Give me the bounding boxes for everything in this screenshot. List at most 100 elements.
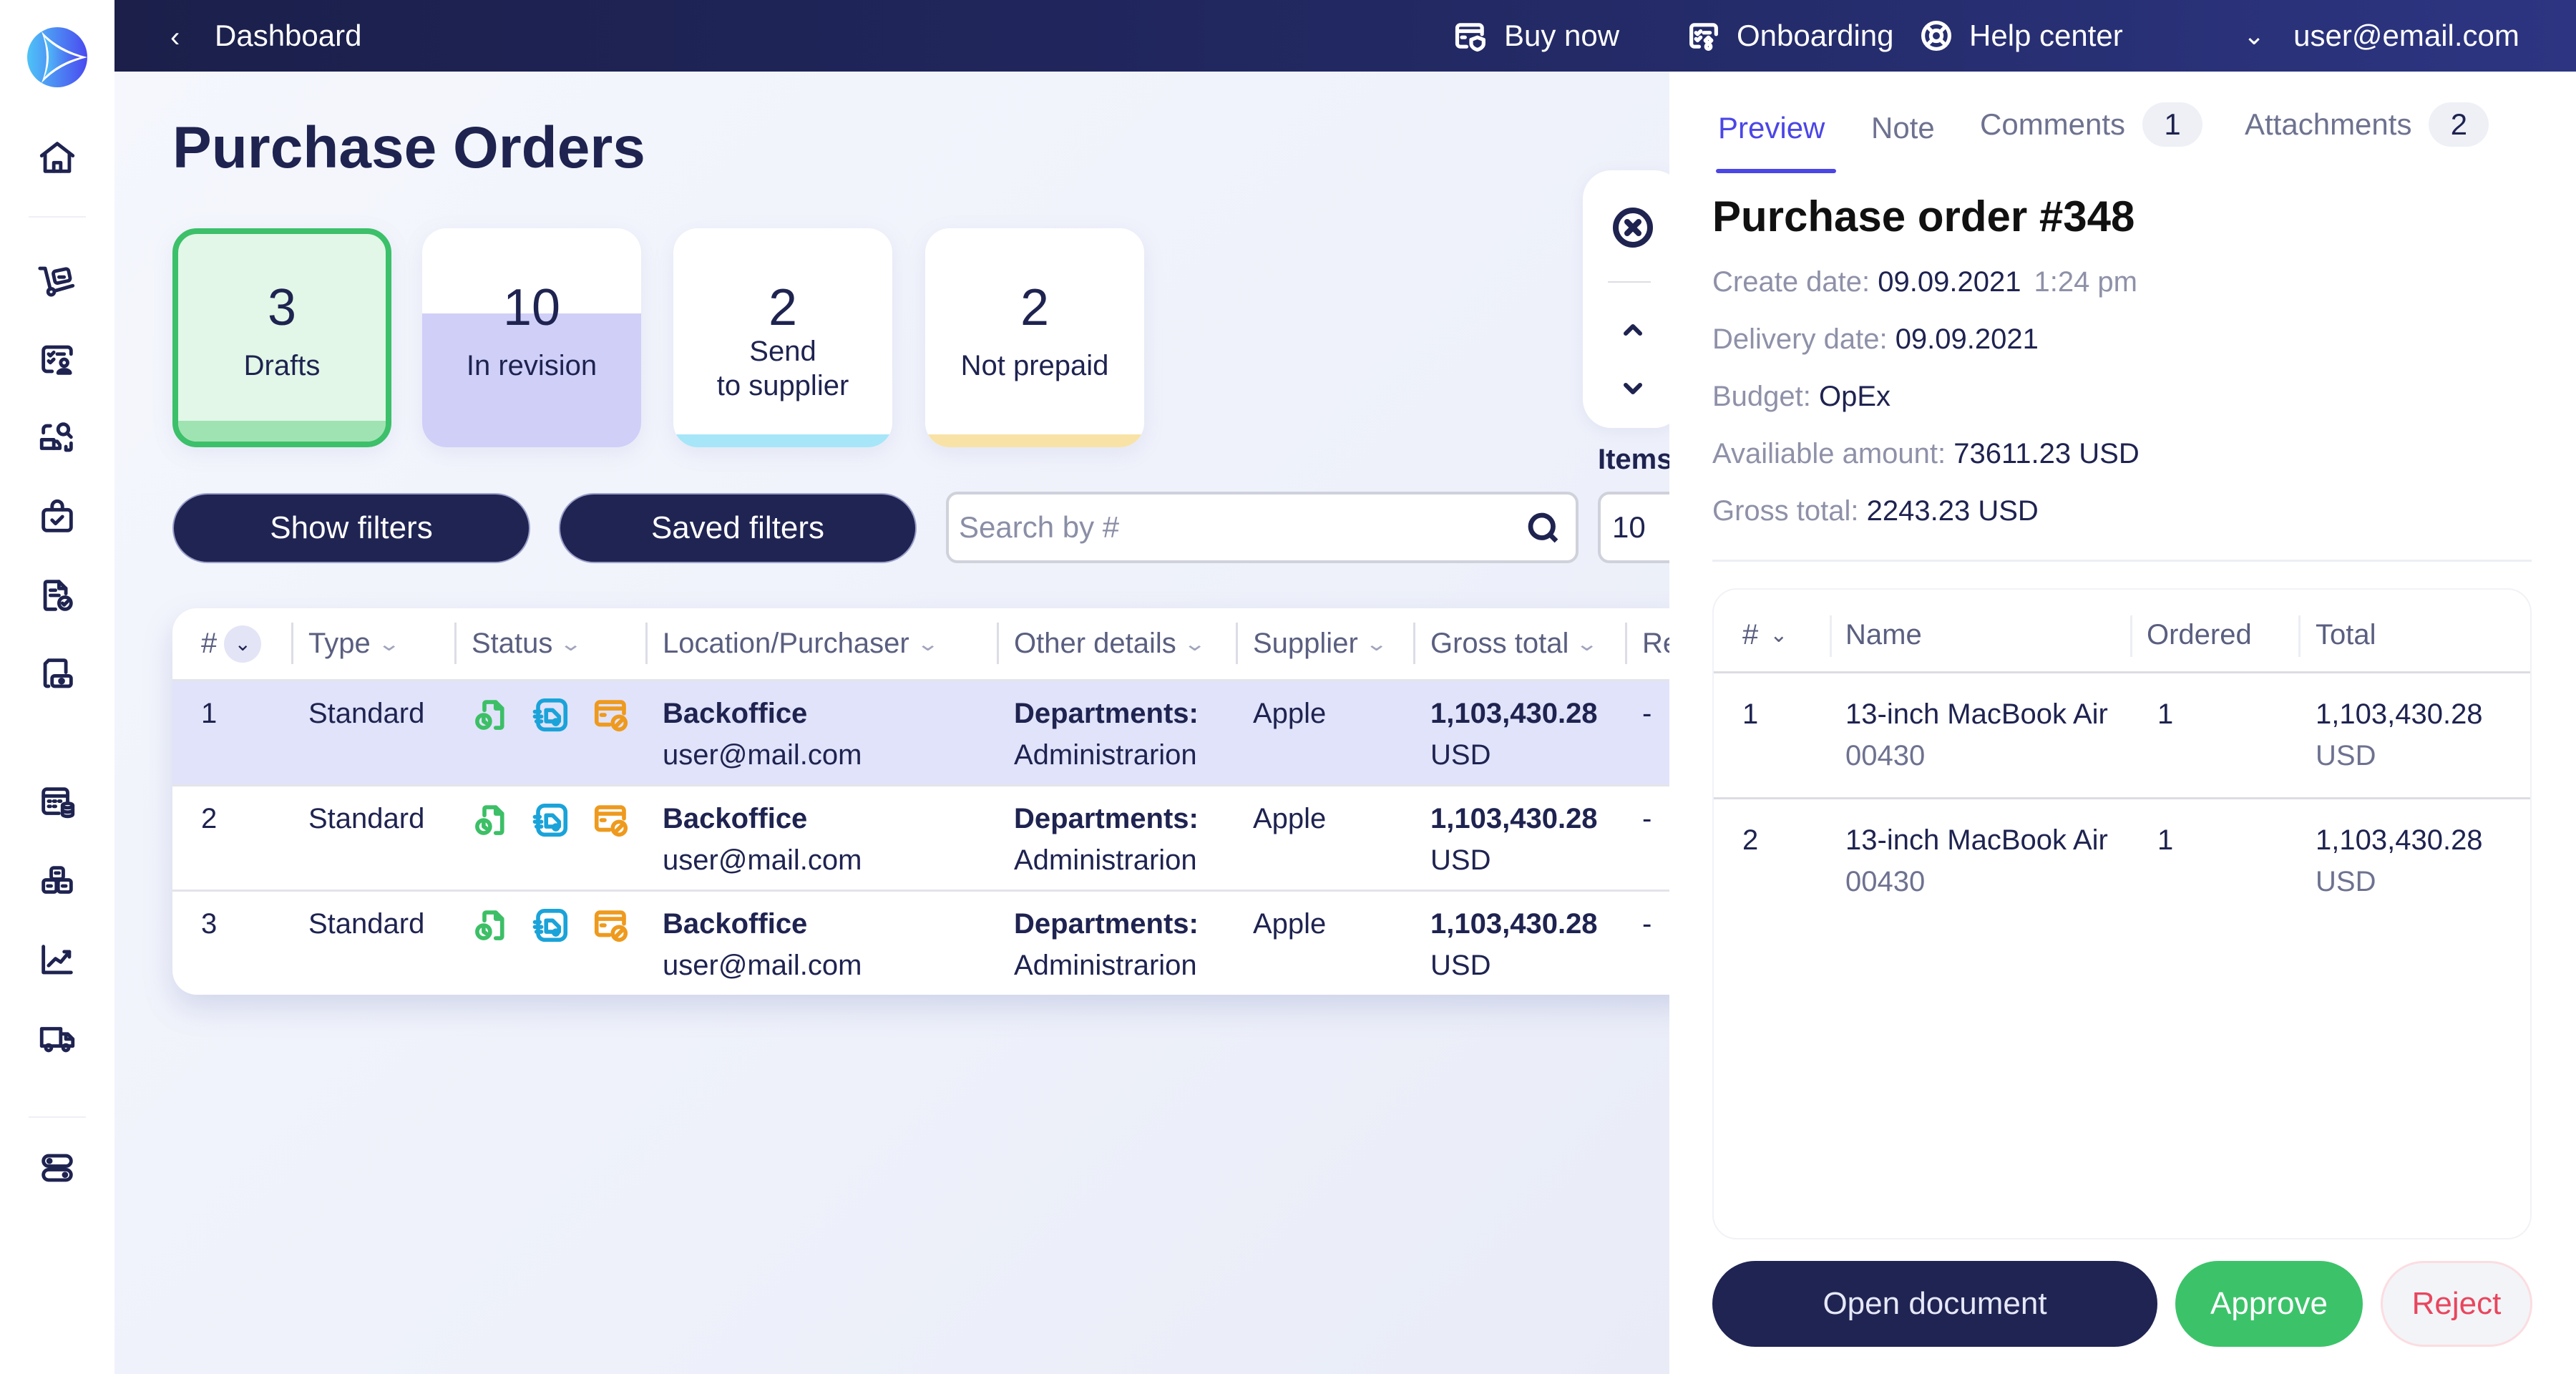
saved-filters-button[interactable]: Saved filters	[559, 493, 917, 563]
truck-icon	[39, 1027, 75, 1053]
attachments-count-badge: 2	[2429, 102, 2489, 147]
item-name-cell: 13-inch MacBook Air 00430	[1845, 693, 2108, 776]
row-type: Standard	[308, 908, 425, 940]
items-column-name[interactable]: Name	[1845, 594, 1922, 676]
card-shield-icon	[1455, 23, 1485, 52]
status-card-drafts[interactable]: 3 Drafts	[172, 228, 391, 447]
row-status-icons	[472, 696, 630, 734]
help-center-link[interactable]: Help center	[1918, 14, 2123, 57]
tab-attachments[interactable]: Attachments 2	[2245, 102, 2489, 147]
item-code: 00430	[1845, 740, 1926, 771]
order-item-row[interactable]: 1 13-inch MacBook Air 00430 1 1,103,430.2…	[1714, 671, 2530, 797]
trolley-icon	[38, 266, 75, 297]
row-number: 3	[201, 908, 218, 940]
column-separator	[291, 623, 293, 664]
tab-label: Note	[1871, 111, 1935, 145]
create-date: Create date: 09.09.2021 1:24 pm	[1712, 266, 2137, 298]
buy-now-link[interactable]: Buy now	[1453, 14, 1619, 57]
chevron-down-icon[interactable]	[1616, 371, 1650, 405]
open-document-button[interactable]: Open document	[1712, 1261, 2157, 1347]
sidebar-item-purchase-cart[interactable]	[36, 259, 79, 302]
item-total-cell: 1,103,430.28 USD	[2316, 693, 2483, 776]
column-header-other-details[interactable]: Other details ⌄	[1014, 608, 1206, 679]
user-menu[interactable]: ⌄ user@email.com	[2243, 14, 2519, 57]
item-code: 00430	[1845, 866, 1926, 897]
gross-currency: USD	[1430, 844, 1491, 876]
sidebar-item-inventory[interactable]	[36, 860, 79, 903]
page-title: Purchase Orders	[172, 115, 645, 180]
search-icon[interactable]	[1524, 509, 1563, 547]
app-logo[interactable]	[27, 27, 87, 87]
details-label: Departments:	[1014, 698, 1199, 729]
sidebar-item-shipping[interactable]	[36, 1018, 79, 1061]
tab-note[interactable]: Note	[1871, 111, 1935, 145]
back-to-dashboard-link[interactable]: Dashboard	[215, 19, 361, 53]
column-label: Re	[1642, 628, 1669, 659]
reject-button[interactable]: Reject	[2381, 1261, 2532, 1347]
fast-delivery-icon	[532, 803, 568, 837]
status-card-not-prepaid[interactable]: 2 Not prepaid	[925, 228, 1144, 447]
item-currency: USD	[2316, 740, 2376, 771]
table-row[interactable]: 3 Standard Backoffice user@mail.com Depar…	[172, 890, 1669, 995]
item-currency: USD	[2316, 866, 2376, 897]
chevron-down-icon: ⌄	[2243, 21, 2265, 50]
items-column-total[interactable]: Total	[2316, 594, 2376, 676]
meta-value: 2243.23 USD	[1866, 495, 2039, 527]
column-header-status[interactable]: Status ⌄	[472, 608, 583, 679]
search-input[interactable]	[959, 494, 1517, 560]
back-chevron-icon[interactable]: ‹	[170, 21, 180, 54]
sidebar-item-settings[interactable]	[36, 1146, 79, 1189]
table-row[interactable]: 1 Standard Backoffice user@mail.com Depar…	[172, 679, 1669, 784]
sidebar-item-payments[interactable]	[36, 653, 79, 696]
column-header-gross-total[interactable]: Gross total ⌄	[1430, 608, 1599, 679]
chevron-down-icon: ⌄	[1365, 633, 1388, 655]
tab-comments[interactable]: Comments 1	[1980, 102, 2203, 147]
show-filters-button[interactable]: Show filters	[172, 493, 530, 563]
purchase-orders-table: # ⌄ Type ⌄ Status ⌄ Location/Purchaser ⌄ Ot…	[172, 608, 1669, 995]
purchaser-email: user@mail.com	[663, 844, 862, 876]
card-count: 3	[267, 279, 297, 336]
items-column-number[interactable]: # ⌄	[1742, 594, 1787, 676]
column-header-supplier[interactable]: Supplier ⌄	[1253, 608, 1388, 679]
sidebar-item-tasks[interactable]	[36, 495, 79, 538]
items-per-page-select[interactable]: 10	[1598, 492, 1669, 563]
column-header-number[interactable]: # ⌄	[201, 608, 262, 679]
sidebar-item-home[interactable]	[36, 136, 79, 179]
sidebar-item-approvals[interactable]	[36, 338, 79, 381]
status-card-send-to-supplier[interactable]: 2 Send to supplier	[673, 228, 892, 447]
order-item-row[interactable]: 2 13-inch MacBook Air 00430 1 1,103,430.2…	[1714, 797, 2530, 923]
status-card-in-revision[interactable]: 10 In revision	[422, 228, 641, 447]
meta-value: OpEx	[1819, 381, 1891, 412]
table-row[interactable]: 2 Standard Backoffice user@mail.com Depar…	[172, 784, 1669, 890]
chevron-down-icon: ⌄	[1183, 633, 1206, 655]
home-icon	[39, 142, 75, 173]
column-header-re[interactable]: Re	[1642, 608, 1669, 679]
column-header-type[interactable]: Type ⌄	[308, 608, 401, 679]
onboarding-link[interactable]: Onboarding	[1685, 14, 1894, 57]
chevron-up-icon[interactable]	[1616, 313, 1650, 348]
sort-chevron-icon[interactable]: ⌄	[224, 625, 262, 663]
sidebar-item-delivery-search[interactable]	[36, 416, 79, 459]
row-number: 1	[201, 698, 218, 729]
purchaser-email: user@mail.com	[663, 739, 862, 771]
approve-button[interactable]: Approve	[2175, 1261, 2363, 1347]
items-column-ordered[interactable]: Ordered	[2147, 594, 2252, 676]
sidebar-item-documents[interactable]	[36, 574, 79, 617]
card-count: 10	[502, 279, 561, 336]
row-re: -	[1642, 803, 1652, 834]
sidebar-item-budget[interactable]	[36, 781, 79, 824]
onboarding-label: Onboarding	[1737, 19, 1894, 52]
column-header-location[interactable]: Location/Purchaser ⌄	[663, 608, 940, 679]
sidebar-item-analytics[interactable]	[36, 939, 79, 982]
column-separator	[1236, 623, 1238, 664]
row-location: Backoffice user@mail.com	[663, 693, 862, 776]
document-clock-icon	[475, 700, 504, 730]
meta-label: Create date:	[1712, 266, 1870, 298]
close-circle-icon[interactable]	[1610, 205, 1656, 250]
card-label: Send to supplier	[716, 336, 849, 401]
row-re: -	[1642, 908, 1652, 940]
tab-preview[interactable]: Preview	[1718, 111, 1825, 145]
location-name: Backoffice	[663, 698, 808, 729]
sidebar	[0, 0, 114, 1374]
row-number: 2	[201, 803, 218, 834]
